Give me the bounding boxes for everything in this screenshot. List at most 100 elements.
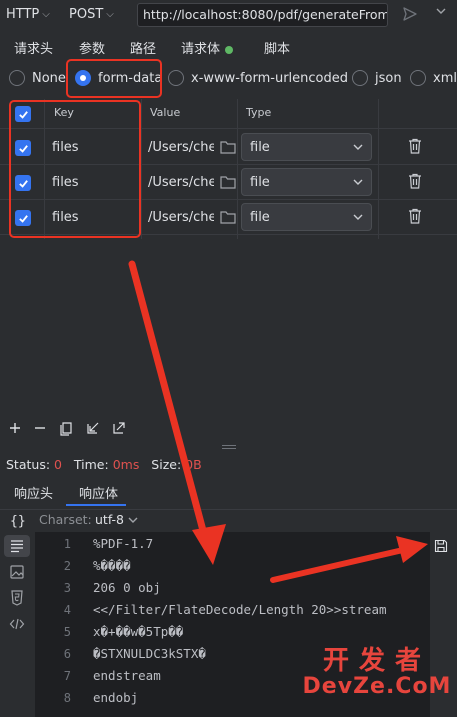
line-number: 2	[63, 559, 71, 573]
radio-x-www-form-urlencoded[interactable]: x-www-form-urlencoded	[168, 70, 348, 86]
tab-headers[interactable]: 请求头	[14, 38, 53, 57]
time-label: Time:	[73, 457, 109, 472]
type-select[interactable]: file	[241, 133, 372, 161]
image-icon[interactable]	[8, 563, 26, 581]
row-checkbox[interactable]	[15, 140, 31, 156]
tab-body[interactable]: 请求体	[181, 38, 234, 57]
type-select-value: file	[250, 210, 270, 225]
json-braces-icon[interactable]: {}	[8, 511, 26, 529]
status-value: 0	[54, 457, 62, 472]
text-view-toggle[interactable]	[4, 535, 30, 557]
row-checkbox[interactable]	[15, 210, 31, 226]
check-icon	[18, 179, 28, 188]
watermark-cn: 开发者	[322, 646, 431, 676]
radio-xml[interactable]: xml	[410, 70, 457, 86]
code-line: endobj	[93, 690, 139, 705]
line-number: 5	[63, 625, 71, 639]
chevron-down-icon	[353, 144, 363, 150]
table-toolbar	[0, 420, 457, 440]
value-input[interactable]: /Users/che	[148, 175, 214, 190]
add-icon[interactable]	[7, 420, 23, 436]
watermark-en: DevZe.CoM	[302, 674, 452, 699]
size-label: Size:	[151, 457, 182, 472]
line-number: 8	[63, 691, 71, 705]
type-select[interactable]: file	[241, 168, 372, 196]
import-icon[interactable]	[85, 420, 101, 436]
charset-bar: Charset: utf-8	[0, 509, 457, 531]
protocol-select[interactable]: HTTP ⌵	[6, 7, 50, 22]
folder-icon[interactable]	[220, 175, 236, 189]
chevron-down-icon: ⌵	[42, 9, 50, 20]
tab-response-headers[interactable]: 响应头	[14, 483, 53, 502]
radio-none[interactable]: None	[9, 70, 66, 86]
row-checkbox[interactable]	[15, 175, 31, 191]
trash-icon[interactable]	[408, 208, 422, 224]
radio-form-data[interactable]: form-data	[75, 70, 162, 86]
protocol-label: HTTP	[6, 7, 40, 22]
svg-text:{}: {}	[10, 514, 26, 529]
chevron-down-icon: ⌵	[106, 9, 114, 20]
method-select[interactable]: POST ⌵	[69, 7, 114, 22]
radio-circle-selected	[75, 70, 91, 86]
panel-splitter[interactable]	[222, 445, 236, 449]
url-input[interactable]: http://localhost:8080/pdf/generateFrom	[137, 3, 388, 27]
watermark-logo: 开发者 DevZe.CoM	[297, 648, 457, 698]
size-value: 0B	[185, 457, 202, 472]
radio-circle	[410, 70, 426, 86]
status-dot	[225, 45, 234, 54]
tab-path[interactable]: 路径	[130, 38, 156, 57]
type-select[interactable]: file	[241, 203, 372, 231]
line-number: 1	[63, 537, 71, 551]
code-line: �STXNULDC3kSTX�	[93, 646, 206, 661]
chevron-down-icon	[353, 214, 363, 220]
code-line: %PDF-1.7	[93, 536, 154, 551]
copy-icon[interactable]	[58, 420, 74, 436]
radio-circle	[9, 70, 25, 86]
send-icon[interactable]	[402, 6, 418, 22]
tab-params[interactable]: 参数	[79, 38, 105, 57]
export-icon[interactable]	[111, 420, 127, 436]
table-row: files /Users/che file	[0, 130, 457, 165]
response-status: Status: 0 Time: 0ms Size: 0B	[6, 457, 202, 472]
line-number: 4	[63, 603, 71, 617]
value-input[interactable]: /Users/che	[148, 140, 214, 155]
folder-icon[interactable]	[220, 140, 236, 154]
code-icon[interactable]	[8, 615, 26, 633]
response-tabs: 响应头 响应体	[0, 483, 457, 506]
radio-circle	[168, 70, 184, 86]
active-tab-indicator	[66, 504, 126, 506]
type-select-value: file	[250, 175, 270, 190]
table-header: Key Value Type	[0, 99, 457, 129]
check-icon	[18, 144, 28, 153]
radio-json[interactable]: json	[352, 70, 402, 86]
table-row: files /Users/che file	[0, 165, 457, 200]
tab-script[interactable]: 脚本	[264, 38, 290, 57]
select-all-checkbox[interactable]	[15, 106, 31, 122]
key-input[interactable]: files	[52, 175, 79, 190]
check-icon	[18, 214, 28, 223]
header-key: Key	[54, 106, 74, 119]
header-type: Type	[246, 106, 272, 119]
line-number: 7	[63, 669, 71, 683]
line-number: 3	[63, 581, 71, 595]
method-label: POST	[69, 7, 104, 22]
save-icon[interactable]	[434, 539, 448, 553]
status-label: Status:	[6, 457, 51, 472]
remove-icon[interactable]	[32, 420, 48, 436]
code-line: x�+��w�5Tp��	[93, 624, 184, 639]
code-line: %����	[93, 558, 131, 573]
trash-icon[interactable]	[408, 173, 422, 189]
chevron-down-icon	[128, 517, 138, 523]
time-value: 0ms	[112, 457, 140, 472]
key-input[interactable]: files	[52, 140, 79, 155]
chevron-down-icon[interactable]	[436, 7, 446, 15]
value-input[interactable]: /Users/che	[148, 210, 214, 225]
trash-icon[interactable]	[408, 138, 422, 154]
code-line: endstream	[93, 668, 161, 683]
charset-select[interactable]: utf-8	[95, 512, 138, 527]
tab-response-body[interactable]: 响应体	[79, 483, 118, 502]
html5-icon[interactable]	[8, 589, 26, 607]
text-lines-icon	[11, 540, 23, 553]
key-input[interactable]: files	[52, 210, 79, 225]
folder-icon[interactable]	[220, 210, 236, 224]
